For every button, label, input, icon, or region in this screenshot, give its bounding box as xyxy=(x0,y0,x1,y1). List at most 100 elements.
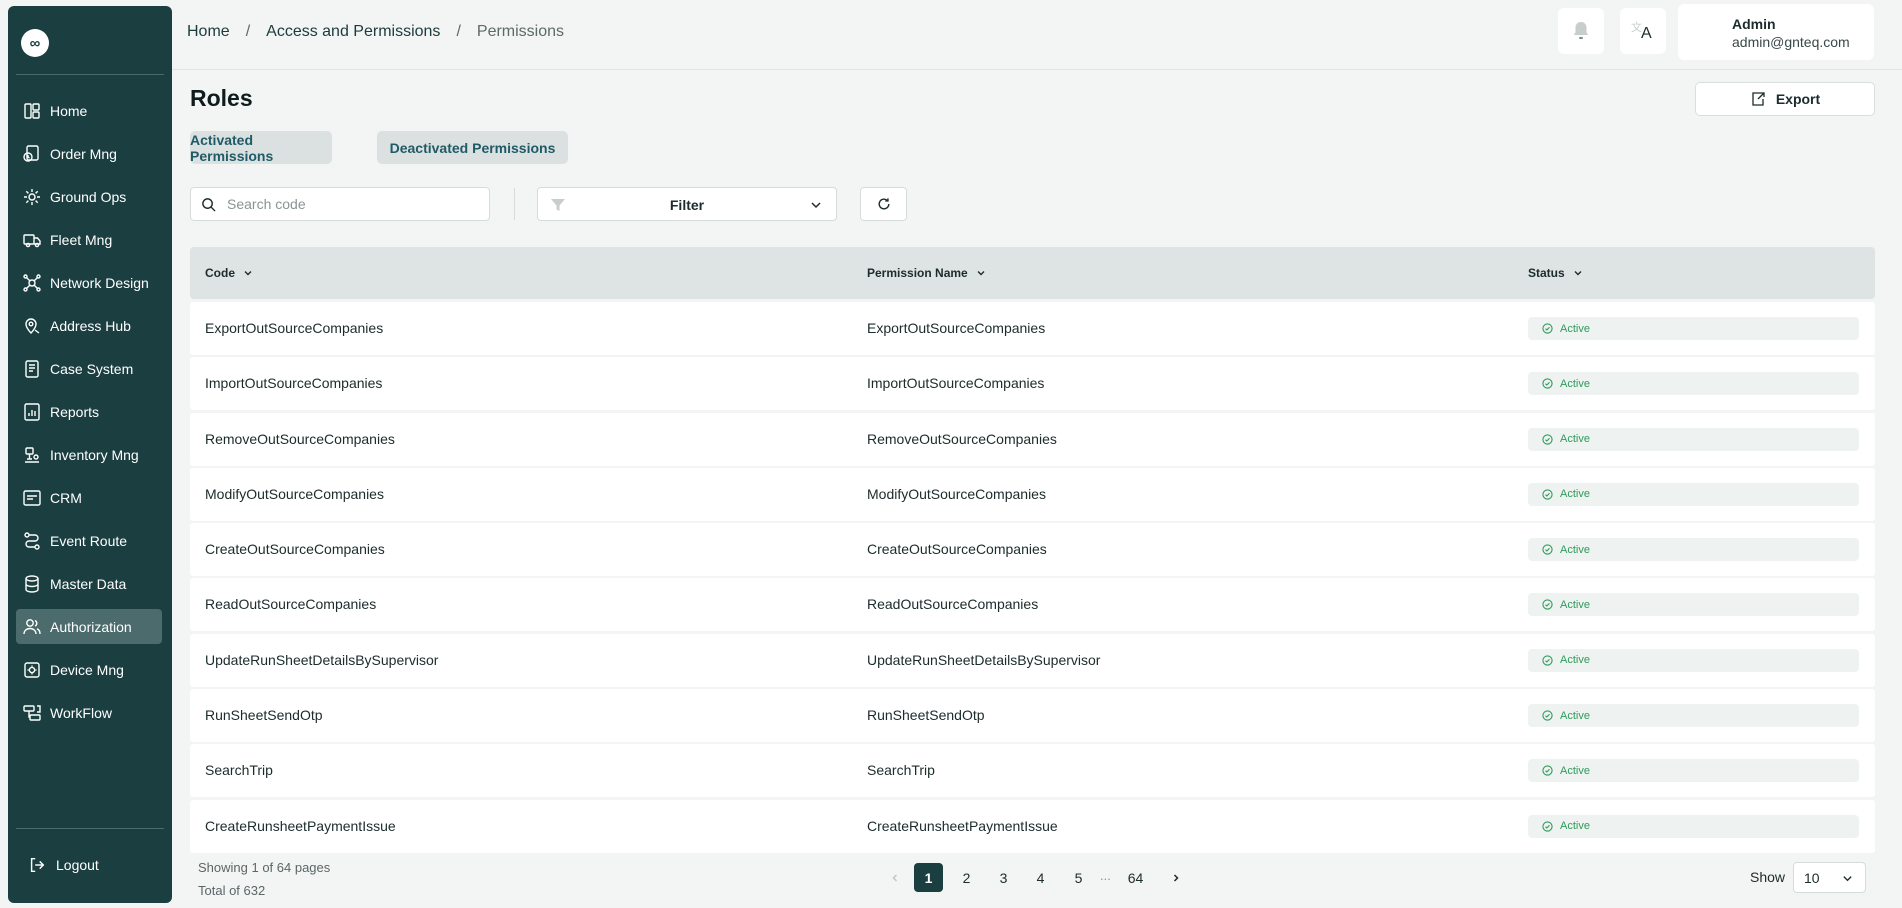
code-cell: ModifyOutSourceCompanies xyxy=(205,485,384,502)
page-button-5[interactable]: 5 xyxy=(1064,863,1093,892)
user-menu[interactable]: Admin admin@gnteq.com xyxy=(1678,4,1874,60)
table-row[interactable]: ExportOutSourceCompanies ExportOutSourceC… xyxy=(190,302,1875,355)
permission-name-cell: ReadOutSourceCompanies xyxy=(867,596,1039,613)
status-badge: Active xyxy=(1528,317,1859,340)
export-label: Export xyxy=(1775,91,1821,107)
table-header: Code Permission Name Status xyxy=(190,247,1875,299)
sidebar-item-reports[interactable]: Reports xyxy=(16,394,162,429)
filter-dropdown[interactable]: Filter xyxy=(537,187,837,221)
sidebar-item-label: Authorization xyxy=(50,618,132,635)
permission-name-cell: ImportOutSourceCompanies xyxy=(867,375,1045,392)
next-page-button[interactable] xyxy=(1161,863,1190,892)
table-row[interactable]: SearchTrip SearchTrip Active xyxy=(190,744,1875,798)
breadcrumb-access-permissions[interactable]: Access and Permissions xyxy=(266,23,440,41)
permission-name-cell: ModifyOutSourceCompanies xyxy=(867,485,1046,502)
table-row[interactable]: ImportOutSourceCompanies ImportOutSourceC… xyxy=(190,357,1875,411)
column-header-permission-name[interactable]: Permission Name xyxy=(867,266,986,280)
code-cell: RunSheetSendOtp xyxy=(205,707,323,724)
ground-ops-icon xyxy=(24,188,40,205)
breadcrumb-separator: / xyxy=(245,23,251,40)
sidebar-item-home[interactable]: Home xyxy=(16,93,162,128)
database-icon xyxy=(25,574,39,593)
check-circle-icon xyxy=(1542,323,1553,334)
page-button-1[interactable]: 1 xyxy=(914,863,943,892)
language-button[interactable]: 文 A xyxy=(1620,8,1666,54)
table-row[interactable]: ReadOutSourceCompanies ReadOutSourceCompa… xyxy=(190,578,1875,632)
status-badge: Active xyxy=(1528,593,1859,617)
status-label: Active xyxy=(1560,654,1590,667)
search-box xyxy=(190,187,490,221)
sidebar-item-label: Master Data xyxy=(50,575,127,592)
permission-name-cell: RemoveOutSourceCompanies xyxy=(867,430,1057,447)
page-size-label: Show xyxy=(1750,869,1786,885)
sidebar-item-inventory-mng[interactable]: Inventory Mng xyxy=(16,437,162,472)
sidebar-item-workflow[interactable]: WorkFlow xyxy=(16,695,162,730)
table-row[interactable]: RunSheetSendOtp RunSheetSendOtp Active xyxy=(190,689,1875,743)
check-circle-icon xyxy=(1542,378,1553,389)
prev-page-button[interactable] xyxy=(880,863,909,892)
column-header-label: Status xyxy=(1528,266,1565,280)
case-icon xyxy=(25,359,39,378)
sidebar-item-order-mng[interactable]: Order Mng xyxy=(16,136,162,171)
sidebar-item-event-route[interactable]: Event Route xyxy=(16,523,162,558)
sidebar-item-master-data[interactable]: Master Data xyxy=(16,566,162,601)
users-icon xyxy=(23,618,41,634)
sidebar-item-label: Address Hub xyxy=(50,317,131,334)
status-label: Active xyxy=(1560,820,1590,833)
sidebar-item-fleet-mng[interactable]: Fleet Mng xyxy=(16,222,162,257)
page-button-4[interactable]: 4 xyxy=(1026,863,1055,892)
status-badge: Active xyxy=(1528,814,1859,838)
status-badge: Active xyxy=(1528,372,1859,396)
sidebar-item-ground-ops[interactable]: Ground Ops xyxy=(16,179,162,214)
sidebar-item-label: Network Design xyxy=(50,274,149,291)
permission-name-cell: CreateRunsheetPaymentIssue xyxy=(867,817,1058,834)
workflow-icon xyxy=(23,704,41,721)
code-cell: ReadOutSourceCompanies xyxy=(205,596,377,613)
sidebar-item-device-mng[interactable]: Device Mng xyxy=(16,652,162,687)
table-row[interactable]: CreateOutSourceCompanies CreateOutSourceC… xyxy=(190,523,1875,577)
search-icon xyxy=(202,197,216,212)
sidebar-item-authorization[interactable]: Authorization xyxy=(16,609,162,644)
inventory-icon xyxy=(25,446,39,463)
table-row[interactable]: UpdateRunSheetDetailsBySupervisor UpdateR… xyxy=(190,633,1875,687)
sidebar-item-case-system[interactable]: Case System xyxy=(16,351,162,386)
search-input[interactable] xyxy=(227,196,467,212)
export-button[interactable]: Export xyxy=(1695,82,1875,116)
truck-icon xyxy=(23,233,41,247)
column-header-status[interactable]: Status xyxy=(1528,266,1583,280)
page-button-2[interactable]: 2 xyxy=(952,863,981,892)
column-header-code[interactable]: Code xyxy=(205,266,253,280)
sidebar-nav: Home Order Mng Ground Ops Fleet Mng Network … xyxy=(16,93,162,738)
route-icon xyxy=(24,531,40,550)
notifications-button[interactable] xyxy=(1558,8,1604,54)
breadcrumb-home[interactable]: Home xyxy=(187,23,230,41)
page-size-select[interactable]: 10 xyxy=(1793,862,1866,893)
app-logo[interactable]: ∞ xyxy=(21,29,49,57)
page-button-3[interactable]: 3 xyxy=(989,863,1018,892)
check-circle-icon xyxy=(1542,433,1553,445)
sidebar-item-crm[interactable]: CRM xyxy=(16,480,162,515)
table-row[interactable]: ModifyOutSourceCompanies ModifyOutSourceC… xyxy=(190,467,1875,521)
sidebar-item-network-design[interactable]: Network Design xyxy=(16,265,162,300)
refresh-button[interactable] xyxy=(860,187,907,221)
check-circle-icon xyxy=(1542,710,1553,721)
sidebar-item-address-hub[interactable]: Address Hub xyxy=(16,308,162,343)
logout-icon xyxy=(30,857,45,873)
sidebar-item-label: CRM xyxy=(50,489,82,506)
filter-label: Filter xyxy=(669,197,705,213)
page-button-last[interactable]: 64 xyxy=(1121,863,1150,892)
table-row[interactable]: RemoveOutSourceCompanies RemoveOutSourceC… xyxy=(190,412,1875,466)
tab-activated-permissions[interactable]: Activated Permissions xyxy=(190,131,332,164)
logout-button[interactable]: Logout xyxy=(28,856,99,874)
chevron-down-icon xyxy=(977,271,985,276)
sidebar-divider xyxy=(16,828,164,829)
check-circle-icon xyxy=(1542,544,1553,555)
sidebar-divider xyxy=(16,74,164,75)
tab-deactivated-permissions[interactable]: Deactivated Permissions xyxy=(377,131,568,164)
permission-name-cell: RunSheetSendOtp xyxy=(867,707,985,724)
table-row[interactable]: CreateRunsheetPaymentIssue CreateRunsheet… xyxy=(190,799,1875,853)
code-cell: RemoveOutSourceCompanies xyxy=(205,430,395,447)
check-circle-icon xyxy=(1542,821,1553,832)
translate-icon: 文 A xyxy=(1631,22,1652,42)
chevron-right-icon xyxy=(1173,873,1179,882)
